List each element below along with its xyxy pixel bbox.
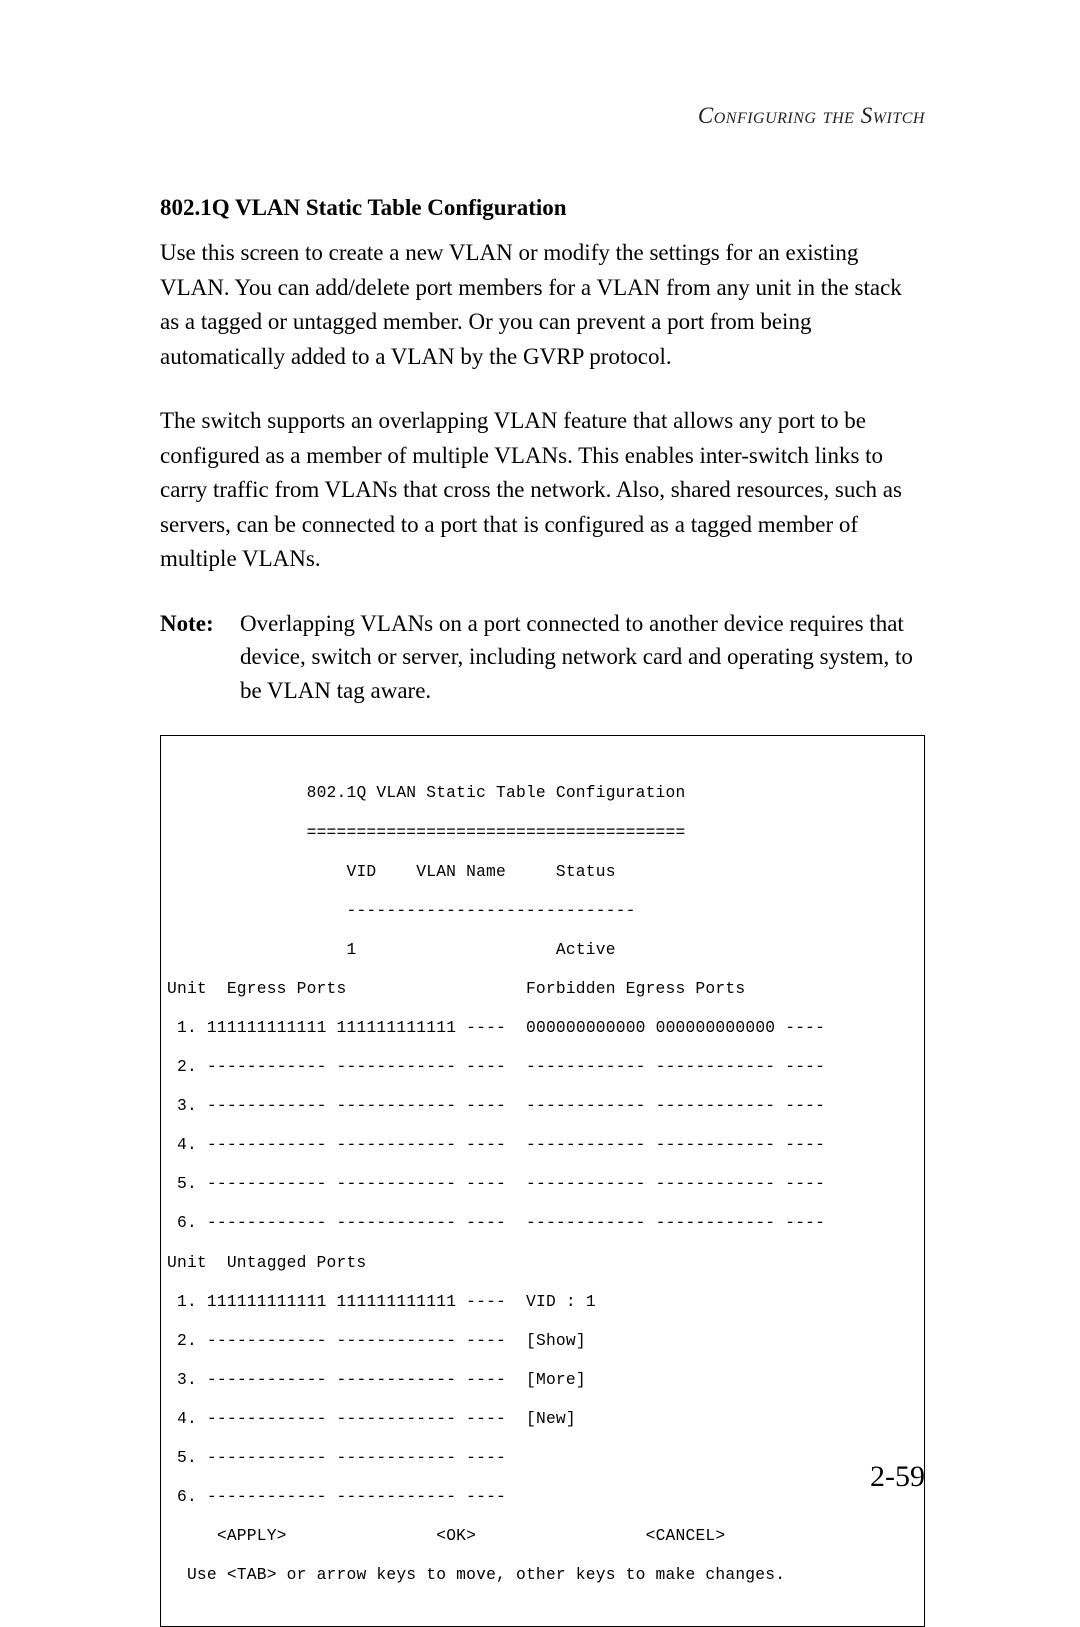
table-row: 5. ------------ ------------ ---- ------… [167, 1174, 918, 1194]
new-action[interactable]: [New] [526, 1409, 576, 1428]
table-row: 6. ------------ ------------ ---- ------… [167, 1213, 918, 1233]
table-row: 4. ------------ ------------ ---- ------… [167, 1135, 918, 1155]
table-row: 2. ------------ ------------ ---- ------… [167, 1057, 918, 1077]
terminal-value-row: 1 Active [167, 940, 918, 960]
note-label: Note: [160, 607, 240, 707]
table-row: 1. 111111111111 111111111111 ---- VID : … [167, 1292, 918, 1312]
ok-button[interactable]: <OK> [436, 1526, 476, 1545]
terminal-buttons: <APPLY> <OK> <CANCEL> [167, 1526, 918, 1546]
show-action[interactable]: [Show] [526, 1331, 586, 1350]
paragraph-1: Use this screen to create a new VLAN or … [160, 236, 925, 374]
terminal-col-divider: ----------------------------- [167, 901, 918, 921]
running-header: Configuring the Switch [160, 100, 925, 132]
table-row: 3. ------------ ------------ ---- ------… [167, 1096, 918, 1116]
apply-button[interactable]: <APPLY> [217, 1526, 287, 1545]
terminal-group1-header: Unit Egress Ports Forbidden Egress Ports [167, 979, 918, 999]
terminal-col-header: VID VLAN Name Status [167, 862, 918, 882]
table-row: 6. ------------ ------------ ---- [167, 1487, 918, 1507]
page-number: 2-59 [870, 1456, 925, 1498]
table-row: 5. ------------ ------------ ---- [167, 1448, 918, 1468]
cancel-button[interactable]: <CANCEL> [646, 1526, 726, 1545]
vid-field[interactable]: VID : 1 [526, 1292, 596, 1311]
terminal-title-divider: ====================================== [167, 823, 918, 843]
terminal-title: 802.1Q VLAN Static Table Configuration [167, 783, 918, 803]
section-heading: 802.1Q VLAN Static Table Configuration [160, 192, 925, 224]
table-row: 3. ------------ ------------ ---- [More] [167, 1370, 918, 1390]
paragraph-2: The switch supports an overlapping VLAN … [160, 404, 925, 577]
table-row: 2. ------------ ------------ ---- [Show] [167, 1331, 918, 1351]
terminal-group2-header: Unit Untagged Ports [167, 1253, 918, 1273]
note-body: Overlapping VLANs on a port connected to… [240, 607, 925, 707]
note-block: Note: Overlapping VLANs on a port connec… [160, 607, 925, 707]
terminal-screen: 802.1Q VLAN Static Table Configuration =… [160, 735, 925, 1627]
table-row: 1. 111111111111 111111111111 ---- 000000… [167, 1018, 918, 1038]
table-row: 4. ------------ ------------ ---- [New] [167, 1409, 918, 1429]
more-action[interactable]: [More] [526, 1370, 586, 1389]
terminal-hint: Use <TAB> or arrow keys to move, other k… [167, 1565, 918, 1585]
